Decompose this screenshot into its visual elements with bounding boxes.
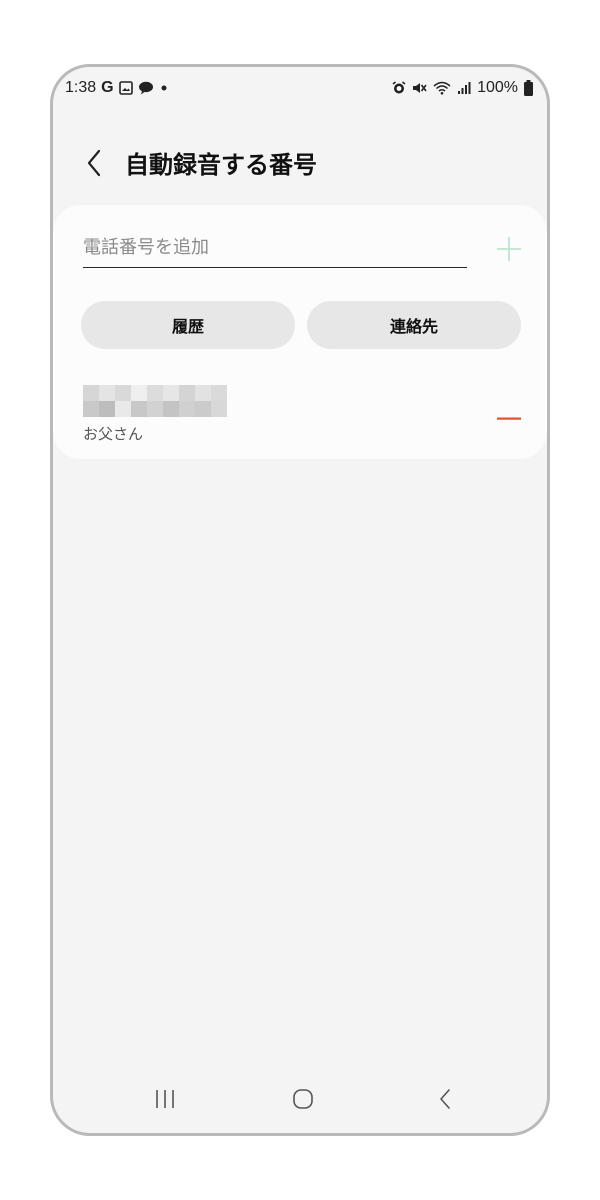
remove-number-button[interactable] xyxy=(493,399,525,431)
plus-icon xyxy=(496,236,522,266)
recording-numbers-card: 履歴 連絡先 お xyxy=(53,205,547,459)
contact-name: お父さん xyxy=(83,425,144,443)
wifi-icon xyxy=(433,81,451,95)
status-time: 1:38 xyxy=(65,79,97,96)
contacts-button[interactable]: 連絡先 xyxy=(307,301,521,349)
notification-dot-icon xyxy=(159,83,169,93)
google-icon: G xyxy=(101,79,114,96)
app-header: 自動録音する番号 xyxy=(53,145,547,185)
recents-icon xyxy=(154,1089,176,1113)
back-button[interactable] xyxy=(79,147,109,183)
battery-icon xyxy=(524,80,533,96)
phone-frame: 1:38 G 100% 自動録音する番号 電話番号を追加 履歴 連絡先 お父さん xyxy=(50,64,550,1136)
page-title: 自動録音する番号 xyxy=(125,151,317,179)
back-icon xyxy=(438,1088,452,1114)
alarm-icon xyxy=(392,81,406,95)
home-icon xyxy=(292,1088,314,1114)
recents-button[interactable] xyxy=(145,1083,185,1119)
battery-percent: 100% xyxy=(477,79,518,96)
signal-icon xyxy=(457,81,471,95)
phone-number-input[interactable] xyxy=(83,227,467,268)
mute-icon xyxy=(412,81,427,95)
redacted-phone-number xyxy=(83,385,227,417)
chevron-left-icon xyxy=(86,149,102,181)
history-button[interactable]: 履歴 xyxy=(81,301,295,349)
home-button[interactable] xyxy=(283,1083,323,1119)
minus-icon xyxy=(497,406,521,425)
list-item[interactable]: お父さん xyxy=(53,373,547,453)
status-bar: 1:38 G 100% xyxy=(53,67,547,113)
nav-back-button[interactable] xyxy=(425,1083,465,1119)
image-icon xyxy=(118,81,133,95)
navigation-bar xyxy=(53,1063,547,1133)
status-bar-right: 100% xyxy=(392,79,533,97)
add-number-button[interactable] xyxy=(493,235,525,267)
status-bar-left: 1:38 G xyxy=(65,79,169,97)
chat-bubble-icon xyxy=(138,81,154,95)
